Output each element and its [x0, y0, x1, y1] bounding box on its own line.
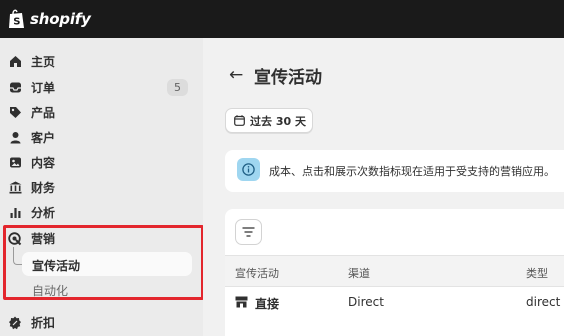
- sidebar-item-orders[interactable]: 订单 5: [0, 75, 203, 100]
- info-banner: 成本、点击和展示次数指标现在适用于受支持的营销应用。: [225, 150, 564, 192]
- sidebar-item-products[interactable]: 产品: [0, 100, 203, 125]
- sidebar-item-label: 内容: [31, 156, 56, 170]
- sidebar-item-customers[interactable]: 客户: [0, 125, 203, 150]
- column-header-type[interactable]: 类型: [526, 265, 548, 281]
- date-range-button[interactable]: 过去 30 天: [225, 108, 313, 133]
- shopify-logo[interactable]: S shopify: [8, 9, 91, 29]
- calendar-icon: [234, 115, 245, 126]
- home-icon: [8, 55, 22, 69]
- date-range-label: 过去 30 天: [250, 114, 306, 128]
- svg-text:S: S: [13, 17, 20, 28]
- sidebar-item-finance[interactable]: 财务: [0, 175, 203, 200]
- sidebar-item-content[interactable]: 内容: [0, 150, 203, 175]
- sidebar-item-discounts[interactable]: 折扣: [0, 310, 203, 335]
- campaign-type: direct: [526, 295, 561, 309]
- shopify-bag-icon: S: [9, 9, 24, 28]
- page-title: 宣传活动: [254, 68, 322, 88]
- column-header-campaign[interactable]: 宣传活动: [235, 265, 279, 281]
- person-icon: [8, 131, 22, 145]
- table-row[interactable]: 直接 Direct direct: [225, 287, 564, 317]
- store-icon: [235, 296, 248, 308]
- back-arrow-icon[interactable]: ←: [229, 65, 243, 85]
- sidebar-item-label: 客户: [31, 131, 56, 145]
- main-content: ← 宣传活动 过去 30 天 成本、点击和展示次数指标现在适用于受支持的营销应用…: [203, 38, 564, 336]
- inbox-icon: [8, 81, 22, 95]
- campaigns-table: 宣传活动 渠道 类型 直接 Direct direct: [225, 209, 564, 336]
- top-bar: S shopify: [0, 0, 564, 38]
- bar-chart-icon: [8, 206, 22, 220]
- sidebar-item-label: 财务: [31, 181, 56, 195]
- campaign-channel: Direct: [348, 295, 384, 309]
- marketing-highlight-box: [3, 225, 204, 300]
- filter-button[interactable]: [235, 219, 262, 245]
- sidebar-item-label: 分析: [31, 206, 56, 220]
- tag-icon: [8, 106, 22, 120]
- bank-icon: [8, 181, 22, 195]
- campaign-name[interactable]: 直接: [255, 295, 279, 312]
- brand-name: shopify: [30, 10, 91, 28]
- filter-icon: [242, 227, 255, 237]
- info-banner-text: 成本、点击和展示次数指标现在适用于受支持的营销应用。: [269, 165, 555, 178]
- table-header: 宣传活动 渠道 类型: [225, 255, 564, 287]
- sidebar-item-label: 折扣: [31, 316, 56, 330]
- sidebar-item-label: 产品: [31, 106, 56, 120]
- sidebar-item-label: 订单: [31, 81, 56, 95]
- column-header-channel[interactable]: 渠道: [348, 265, 370, 281]
- content-icon: [8, 156, 22, 170]
- discount-icon: [8, 316, 22, 330]
- info-icon: [237, 158, 260, 181]
- orders-count-badge: 5: [167, 79, 188, 96]
- sidebar-item-label: 主页: [31, 55, 56, 69]
- sidebar-item-analytics[interactable]: 分析: [0, 200, 203, 225]
- sidebar-item-home[interactable]: 主页: [0, 49, 203, 74]
